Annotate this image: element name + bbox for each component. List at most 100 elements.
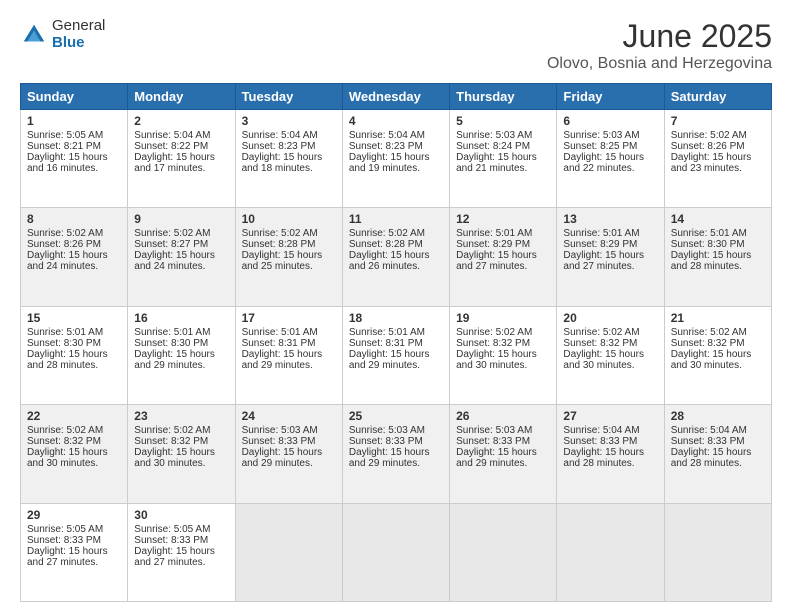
sunrise-text: Sunrise: 5:04 AM: [349, 130, 425, 141]
sunrise-text: Sunrise: 5:02 AM: [134, 228, 210, 239]
header-friday: Friday: [557, 84, 664, 110]
sunrise-text: Sunrise: 5:03 AM: [242, 425, 318, 436]
sunset-text: Sunset: 8:31 PM: [349, 338, 423, 349]
daylight-text: Daylight: 15 hours and 24 minutes.: [27, 250, 108, 272]
daylight-text: Daylight: 15 hours and 29 minutes.: [456, 447, 537, 469]
day-number: 7: [671, 114, 765, 128]
day-number: 6: [563, 114, 657, 128]
sunset-text: Sunset: 8:31 PM: [242, 338, 316, 349]
day-number: 19: [456, 311, 550, 325]
table-row: 7Sunrise: 5:02 AMSunset: 8:26 PMDaylight…: [664, 110, 771, 208]
calendar-header-row: Sunday Monday Tuesday Wednesday Thursday…: [21, 84, 772, 110]
table-row: 27 Sunrise: 5:04 AMSunset: 8:33 PMDayligh…: [557, 405, 664, 503]
day-number: 5: [456, 114, 550, 128]
sunrise-text: Sunrise: 5:04 AM: [671, 425, 747, 436]
table-row: 23Sunrise: 5:02 AMSunset: 8:32 PMDayligh…: [128, 405, 235, 503]
sunset-text: Sunset: 8:28 PM: [349, 239, 423, 250]
day-number: 22: [27, 409, 121, 423]
sunset-text: Sunset: 8:33 PM: [27, 535, 101, 546]
table-row: [664, 503, 771, 601]
logo: General Blue: [20, 18, 105, 51]
day-number: 26: [456, 409, 550, 423]
sunrise-text: Sunrise: 5:01 AM: [134, 327, 210, 338]
calendar-table: Sunday Monday Tuesday Wednesday Thursday…: [20, 83, 772, 602]
table-row: 22Sunrise: 5:02 AMSunset: 8:32 PMDayligh…: [21, 405, 128, 503]
calendar-row: 8Sunrise: 5:02 AMSunset: 8:26 PMDaylight…: [21, 208, 772, 306]
daylight-text: Daylight: 15 hours and 30 minutes.: [563, 349, 644, 371]
sunset-text: Sunset: 8:33 PM: [349, 436, 423, 447]
table-row: 11Sunrise: 5:02 AMSunset: 8:28 PMDayligh…: [342, 208, 449, 306]
day-number: 28: [671, 409, 765, 423]
daylight-text: Daylight: 15 hours and 28 minutes.: [671, 250, 752, 272]
table-row: 4Sunrise: 5:04 AMSunset: 8:23 PMDaylight…: [342, 110, 449, 208]
sunset-text: Sunset: 8:33 PM: [134, 535, 208, 546]
sunset-text: Sunset: 8:25 PM: [563, 141, 637, 152]
daylight-text: Daylight: 15 hours and 30 minutes.: [456, 349, 537, 371]
daylight-text: Daylight: 15 hours and 23 minutes.: [671, 152, 752, 174]
daylight-text: Daylight: 15 hours and 28 minutes.: [563, 447, 644, 469]
sunset-text: Sunset: 8:28 PM: [242, 239, 316, 250]
table-row: 20Sunrise: 5:02 AMSunset: 8:32 PMDayligh…: [557, 306, 664, 404]
table-row: 12Sunrise: 5:01 AMSunset: 8:29 PMDayligh…: [450, 208, 557, 306]
sunset-text: Sunset: 8:32 PM: [456, 338, 530, 349]
location-title: Olovo, Bosnia and Herzegovina: [547, 55, 772, 73]
sunset-text: Sunset: 8:22 PM: [134, 141, 208, 152]
daylight-text: Daylight: 15 hours and 25 minutes.: [242, 250, 323, 272]
daylight-text: Daylight: 15 hours and 18 minutes.: [242, 152, 323, 174]
header-thursday: Thursday: [450, 84, 557, 110]
sunrise-text: Sunrise: 5:03 AM: [456, 425, 532, 436]
sunrise-text: Sunrise: 5:01 AM: [563, 228, 639, 239]
day-number: 17: [242, 311, 336, 325]
day-number: 16: [134, 311, 228, 325]
sunset-text: Sunset: 8:33 PM: [563, 436, 637, 447]
logo-general-text: General: [52, 18, 105, 35]
sunrise-text: Sunrise: 5:02 AM: [27, 425, 103, 436]
header-monday: Monday: [128, 84, 235, 110]
daylight-text: Daylight: 15 hours and 29 minutes.: [134, 349, 215, 371]
calendar-row: 22Sunrise: 5:02 AMSunset: 8:32 PMDayligh…: [21, 405, 772, 503]
day-number: 24: [242, 409, 336, 423]
sunrise-text: Sunrise: 5:02 AM: [27, 228, 103, 239]
sunrise-text: Sunrise: 5:02 AM: [671, 130, 747, 141]
sunset-text: Sunset: 8:29 PM: [456, 239, 530, 250]
daylight-text: Daylight: 15 hours and 30 minutes.: [27, 447, 108, 469]
daylight-text: Daylight: 15 hours and 27 minutes.: [27, 546, 108, 568]
table-row: 1Sunrise: 5:05 AMSunset: 8:21 PMDaylight…: [21, 110, 128, 208]
table-row: 13Sunrise: 5:01 AMSunset: 8:29 PMDayligh…: [557, 208, 664, 306]
month-title: June 2025: [547, 18, 772, 55]
title-section: June 2025 Olovo, Bosnia and Herzegovina: [547, 18, 772, 73]
top-section: General Blue June 2025 Olovo, Bosnia and…: [20, 18, 772, 73]
daylight-text: Daylight: 15 hours and 17 minutes.: [134, 152, 215, 174]
daylight-text: Daylight: 15 hours and 30 minutes.: [671, 349, 752, 371]
daylight-text: Daylight: 15 hours and 27 minutes.: [134, 546, 215, 568]
sunset-text: Sunset: 8:30 PM: [671, 239, 745, 250]
sunset-text: Sunset: 8:27 PM: [134, 239, 208, 250]
table-row: 29Sunrise: 5:05 AMSunset: 8:33 PMDayligh…: [21, 503, 128, 601]
daylight-text: Daylight: 15 hours and 26 minutes.: [349, 250, 430, 272]
logo-text: General Blue: [52, 18, 105, 51]
table-row: [450, 503, 557, 601]
day-number: 4: [349, 114, 443, 128]
sunrise-text: Sunrise: 5:02 AM: [563, 327, 639, 338]
sunrise-text: Sunrise: 5:01 AM: [242, 327, 318, 338]
table-row: 3Sunrise: 5:04 AMSunset: 8:23 PMDaylight…: [235, 110, 342, 208]
sunrise-text: Sunrise: 5:05 AM: [27, 524, 103, 535]
day-number: 8: [27, 212, 121, 226]
day-number: 3: [242, 114, 336, 128]
daylight-text: Daylight: 15 hours and 24 minutes.: [134, 250, 215, 272]
day-number: 14: [671, 212, 765, 226]
day-number: 25: [349, 409, 443, 423]
daylight-text: Daylight: 15 hours and 19 minutes.: [349, 152, 430, 174]
daylight-text: Daylight: 15 hours and 29 minutes.: [242, 447, 323, 469]
logo-icon: [20, 21, 48, 49]
day-number: 27: [563, 409, 657, 423]
day-number: 9: [134, 212, 228, 226]
header-tuesday: Tuesday: [235, 84, 342, 110]
sunrise-text: Sunrise: 5:05 AM: [134, 524, 210, 535]
sunrise-text: Sunrise: 5:04 AM: [563, 425, 639, 436]
calendar-row: 29Sunrise: 5:05 AMSunset: 8:33 PMDayligh…: [21, 503, 772, 601]
table-row: 16Sunrise: 5:01 AMSunset: 8:30 PMDayligh…: [128, 306, 235, 404]
sunrise-text: Sunrise: 5:01 AM: [27, 327, 103, 338]
daylight-text: Daylight: 15 hours and 22 minutes.: [563, 152, 644, 174]
table-row: 19Sunrise: 5:02 AMSunset: 8:32 PMDayligh…: [450, 306, 557, 404]
